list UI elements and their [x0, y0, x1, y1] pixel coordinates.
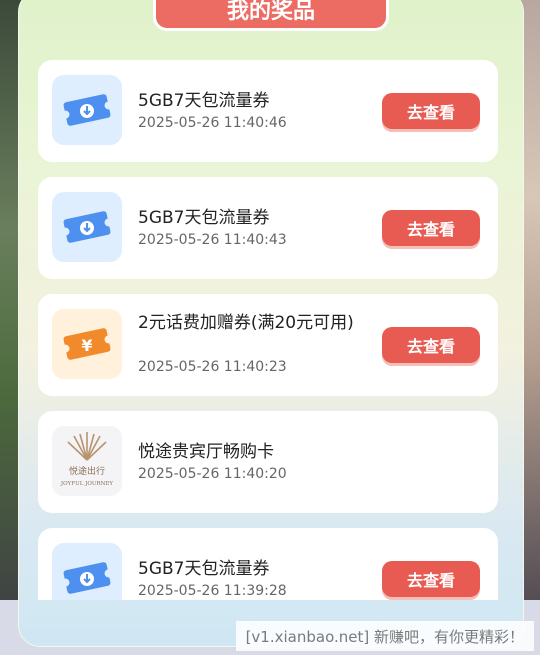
yuan-ticket-icon: ¥ — [52, 309, 122, 379]
prize-name: 悦途贵宾厅畅购卡 — [138, 442, 274, 462]
prize-name: 5GB7天包流量券 — [138, 208, 270, 228]
view-button[interactable]: 去查看 — [382, 327, 480, 363]
prize-card: ¥ 2元话费加赠券(满20元可用) 2025-05-26 11:40:23 去查… — [38, 294, 498, 396]
prize-time: 2025-05-26 11:40:23 — [138, 359, 287, 375]
prize-name: 5GB7天包流量券 — [138, 91, 270, 111]
prize-card: 悦途出行 JOYFUL JOURNEY 悦途贵宾厅畅购卡 2025-05-26 … — [38, 411, 498, 513]
prize-time: 2025-05-26 11:39:28 — [138, 583, 287, 599]
view-button[interactable]: 去查看 — [382, 210, 480, 246]
prize-time: 2025-05-26 11:40:43 — [138, 232, 287, 248]
flow-ticket-icon — [52, 192, 122, 262]
page-title: 我的奖品 — [153, 0, 389, 31]
joyful-journey-logo-icon: 悦途出行 JOYFUL JOURNEY — [52, 426, 122, 496]
flow-ticket-icon — [52, 543, 122, 600]
svg-text:悦途出行: 悦途出行 — [69, 465, 105, 477]
prize-list[interactable]: 5GB7天包流量券 2025-05-26 11:40:46 去查看 5GB7天包… — [38, 60, 498, 600]
svg-text:¥: ¥ — [81, 336, 92, 355]
prize-name: 2元话费加赠券(满20元可用) — [138, 313, 354, 333]
prize-name: 5GB7天包流量券 — [138, 559, 270, 579]
flow-ticket-icon — [52, 75, 122, 145]
prize-card: 5GB7天包流量券 2025-05-26 11:40:43 去查看 — [38, 177, 498, 279]
view-button[interactable]: 去查看 — [382, 561, 480, 597]
svg-text:JOYFUL JOURNEY: JOYFUL JOURNEY — [60, 481, 114, 487]
prize-time: 2025-05-26 11:40:46 — [138, 115, 287, 131]
prize-card: 5GB7天包流量券 2025-05-26 11:39:28 去查看 — [38, 528, 498, 600]
watermark: [v1.xianbao.net] 新赚吧，有你更精彩！ — [235, 621, 534, 651]
prize-card: 5GB7天包流量券 2025-05-26 11:40:46 去查看 — [38, 60, 498, 162]
view-button[interactable]: 去查看 — [382, 93, 480, 129]
prize-time: 2025-05-26 11:40:20 — [138, 466, 287, 482]
